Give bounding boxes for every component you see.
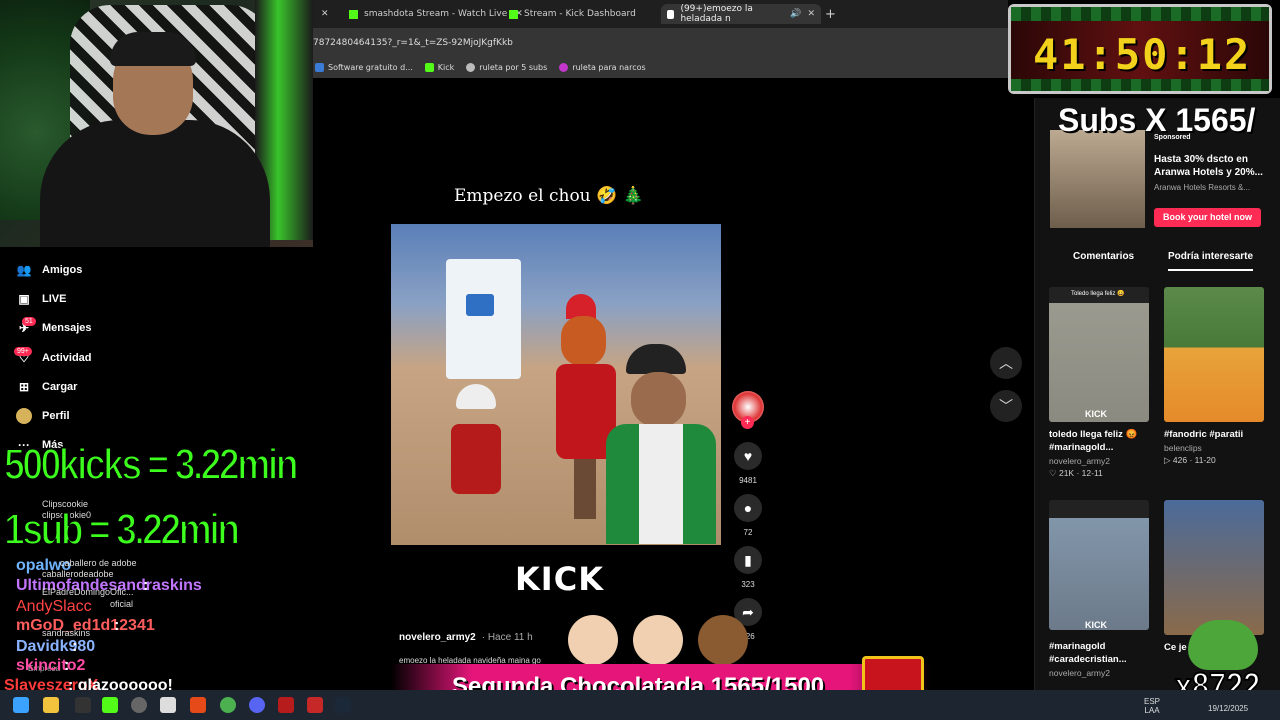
webcam-feed: [0, 0, 313, 247]
app-icon[interactable]: [307, 697, 323, 713]
video-child: [451, 384, 506, 534]
video-thumbnail: KICK: [1049, 500, 1149, 630]
chat-user-7: AndySlacc: [16, 598, 92, 615]
bookmark-icon: [315, 62, 324, 72]
profile-icon: [16, 408, 32, 424]
tab-close-button[interactable]: ✕: [321, 4, 329, 24]
chat-text-5: :: [143, 577, 149, 594]
close-icon[interactable]: ✕: [807, 9, 815, 19]
bookmark-icon: [559, 62, 569, 72]
speaker-icon[interactable]: 🔊: [790, 9, 801, 19]
app-icon[interactable]: [75, 697, 91, 713]
ad-advertiser: Aranwa Hotels Resorts &...: [1154, 183, 1251, 192]
steam-icon[interactable]: [335, 697, 351, 713]
discord-icon[interactable]: [249, 697, 265, 713]
bookmark-1[interactable]: Software gratuito d...: [315, 62, 413, 72]
video-child-2: [606, 344, 716, 544]
video-caption: Empezo el chou 🤣 🎄: [454, 186, 644, 206]
chrome-icon[interactable]: [220, 697, 236, 713]
tab-podria-interesarte[interactable]: Podría interesarte: [1168, 251, 1254, 271]
kick-favicon-icon: [349, 9, 358, 19]
streamer-body: [40, 120, 270, 247]
file-explorer-icon[interactable]: [43, 697, 59, 713]
bookmark-4[interactable]: ruleta para narcos: [559, 62, 646, 72]
globe-icon: [466, 62, 476, 72]
bookmark-icon: ▮: [734, 546, 762, 574]
app-icon[interactable]: [160, 697, 176, 713]
chat-user-12: skincito2: [16, 657, 86, 674]
browser-tab-3[interactable]: (99+)emoezo la heladada n 🔊 ✕: [661, 4, 821, 24]
chat-text-10: :: [72, 638, 78, 655]
suggested-video-card[interactable]: Toledo llega feliz 😀 KICK toledo llega f…: [1049, 287, 1149, 479]
nav-cargar[interactable]: ⊞ Cargar: [16, 379, 78, 395]
streamer-hair: [110, 32, 196, 66]
kick-icon: [424, 62, 434, 72]
frog-emote: [1188, 620, 1258, 670]
video-thumbnail: Toledo llega feliz 😀 KICK: [1049, 287, 1149, 422]
kick-watermark: KICK: [515, 560, 604, 598]
sub-rate-overlay: 1sub = 3.22min: [3, 504, 241, 555]
subs-counter-overlay: Subs X 1565/: [1058, 102, 1256, 138]
chat-line-9: sandraskins: [42, 628, 91, 638]
comment-button[interactable]: ● 72: [733, 494, 763, 537]
kick-favicon-icon: [509, 9, 518, 19]
language-indicator[interactable]: ESP LAA: [1144, 697, 1160, 715]
video-thumbnail: [1164, 287, 1264, 422]
bookmark-2[interactable]: Kick: [424, 62, 454, 72]
timer-value: 41:50:12: [1033, 30, 1252, 79]
activity-badge: 99+: [14, 347, 32, 356]
upload-icon: ⊞: [18, 380, 30, 394]
nav-perfil[interactable]: Perfil: [16, 408, 70, 424]
windows-start-icon[interactable]: [13, 697, 29, 713]
comment-icon: ●: [734, 494, 762, 522]
ad-image[interactable]: [1050, 130, 1145, 228]
countdown-timer-overlay: 41:50:12: [1008, 4, 1272, 94]
url-text: 7872480464135?_r=1&_t=ZS-92MjoJKgfKkb: [313, 38, 513, 48]
bookmarks-bar: Software gratuito d... Kick ruleta por 5…: [313, 56, 1008, 78]
bookmark-button[interactable]: ▮ 323: [733, 546, 763, 589]
chat-line-6: ElPadreDomingoOfic...: [42, 587, 134, 597]
banner-logo: [466, 294, 494, 316]
santa-hats-decoration: [568, 605, 758, 665]
browser-tab-1[interactable]: smashdota Stream - Watch Live ✕: [349, 4, 523, 24]
video-thumbnail: [1164, 500, 1264, 635]
like-button[interactable]: ♥ 9481: [733, 442, 763, 485]
chat-user-10: Davidk980: [16, 638, 96, 655]
address-bar[interactable]: 7872480464135?_r=1&_t=ZS-92MjoJKgfKkb: [313, 28, 1008, 56]
chat-text-3: caballero de adobe: [60, 558, 137, 568]
ad-title[interactable]: Hasta 30% dscto en Aranwa Hotels y 20%..…: [1154, 153, 1269, 179]
video-banner: [446, 259, 521, 379]
follow-plus-icon[interactable]: +: [741, 416, 754, 429]
chevron-up-icon: ︿: [999, 355, 1013, 371]
next-video-button[interactable]: ﹀: [990, 390, 1022, 422]
kicks-rate-overlay: 500kicks = 3.22min: [3, 439, 299, 490]
video-player[interactable]: [391, 224, 721, 545]
book-hotel-button[interactable]: Book your hotel now: [1154, 208, 1261, 227]
suggested-video-card[interactable]: #fanodric #paratii belenclips ▷ 426 · 11…: [1164, 287, 1264, 466]
play-icon[interactable]: [102, 697, 118, 713]
heart-icon: ♥: [734, 442, 762, 470]
chat-text-8: :: [114, 617, 120, 634]
tab-comentarios[interactable]: Comentarios: [1073, 251, 1134, 262]
nav-amigos[interactable]: 👥 Amigos: [16, 262, 83, 278]
valorant-icon[interactable]: [278, 697, 294, 713]
chevron-down-icon: ﹀: [999, 398, 1013, 414]
users-icon: 👥: [16, 263, 32, 277]
suggested-video-card[interactable]: KICK #marinagold #caradecristian... nove…: [1049, 500, 1149, 678]
previous-video-button[interactable]: ︿: [990, 347, 1022, 379]
bookmark-3[interactable]: ruleta por 5 subs: [466, 62, 547, 72]
chat-text-12: :: [64, 657, 70, 674]
messages-badge: 51: [22, 317, 36, 326]
video-author[interactable]: novelero_army2 · Hace 11 h: [399, 632, 533, 643]
brave-icon[interactable]: [190, 697, 206, 713]
browser-tabbar: ✕ smashdota Stream - Watch Live ✕ Stream…: [313, 0, 1008, 28]
clock-date[interactable]: 19/12/2025: [1208, 704, 1248, 713]
nav-live[interactable]: ▣ LIVE: [16, 291, 66, 307]
obs-icon[interactable]: [131, 697, 147, 713]
screen: ✕ smashdota Stream - Watch Live ✕ Stream…: [0, 0, 1280, 720]
tiktok-favicon-icon: [667, 9, 675, 19]
new-tab-button[interactable]: +: [825, 4, 836, 24]
chat-text-7: oficial: [110, 599, 134, 609]
live-icon: ▣: [18, 292, 30, 306]
